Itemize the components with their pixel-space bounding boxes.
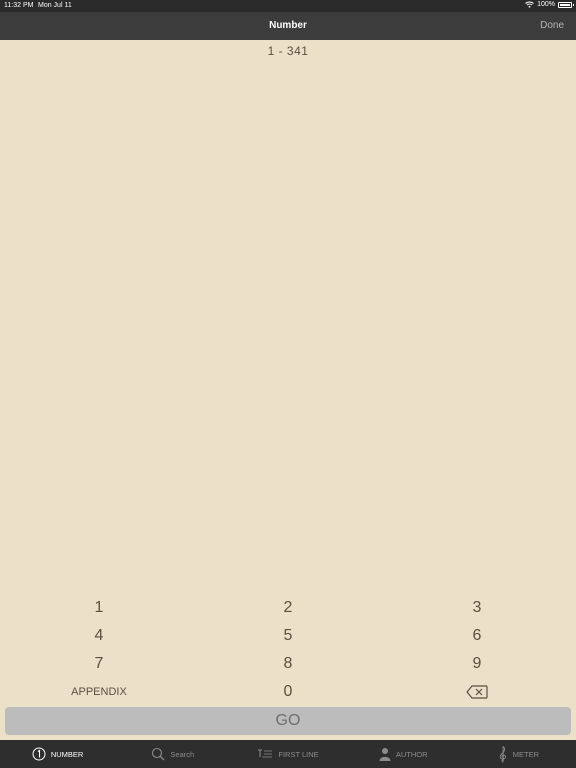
status-bar: 11:32 PM Mon Jul 11 100% bbox=[0, 0, 576, 12]
tab-first-line-label: FIRST LINE bbox=[278, 749, 319, 759]
tab-search[interactable]: Search bbox=[115, 740, 230, 768]
keypad-row: APPENDIX 0 bbox=[0, 678, 576, 706]
tab-number-label: NUMBER bbox=[50, 749, 84, 759]
tab-author[interactable]: AUTHOR bbox=[346, 740, 461, 768]
key-4[interactable]: 4 bbox=[4, 622, 194, 650]
person-icon bbox=[379, 748, 391, 761]
status-date: Mon Jul 11 bbox=[38, 2, 72, 9]
tab-meter[interactable]: METER bbox=[461, 740, 576, 768]
key-9[interactable]: 9 bbox=[382, 650, 572, 678]
backspace-key[interactable] bbox=[382, 678, 572, 706]
key-6[interactable]: 6 bbox=[382, 622, 572, 650]
number-range-display: 1 - 341 bbox=[267, 44, 309, 58]
number-keypad: 1 2 3 4 5 6 7 8 9 APPENDIX 0 bbox=[0, 594, 576, 706]
number-circle-icon bbox=[32, 747, 46, 761]
treble-clef-icon bbox=[499, 745, 506, 763]
keypad-row: 7 8 9 bbox=[0, 650, 576, 678]
battery-percent: 100% bbox=[537, 1, 555, 8]
done-button[interactable]: Done bbox=[540, 20, 564, 31]
key-0[interactable]: 0 bbox=[193, 678, 383, 706]
first-line-icon bbox=[258, 749, 273, 758]
wifi-icon bbox=[525, 1, 534, 8]
key-1[interactable]: 1 bbox=[4, 594, 194, 622]
navigation-bar: Number Done bbox=[0, 12, 576, 40]
backspace-icon bbox=[466, 685, 488, 699]
appendix-key[interactable]: APPENDIX bbox=[4, 678, 194, 706]
key-2[interactable]: 2 bbox=[193, 594, 383, 622]
status-right: 100% bbox=[525, 1, 574, 8]
battery-icon bbox=[558, 1, 574, 8]
tab-first-line[interactable]: FIRST LINE bbox=[230, 740, 345, 768]
page-title: Number bbox=[269, 20, 307, 31]
tab-search-label: Search bbox=[170, 749, 195, 759]
keypad-row: 4 5 6 bbox=[0, 622, 576, 650]
tab-number[interactable]: NUMBER bbox=[0, 740, 115, 768]
key-5[interactable]: 5 bbox=[193, 622, 383, 650]
keypad-row: 1 2 3 bbox=[0, 594, 576, 622]
tab-author-label: AUTHOR bbox=[395, 749, 428, 759]
search-icon bbox=[152, 747, 165, 761]
tab-meter-label: METER bbox=[512, 749, 540, 759]
key-7[interactable]: 7 bbox=[4, 650, 194, 678]
key-3[interactable]: 3 bbox=[382, 594, 572, 622]
tab-bar: NUMBER Search FIRST LINE AUTHOR METER bbox=[0, 740, 576, 768]
status-time: 11:32 PM bbox=[4, 2, 34, 9]
go-button[interactable]: GO bbox=[5, 707, 571, 735]
key-8[interactable]: 8 bbox=[193, 650, 383, 678]
